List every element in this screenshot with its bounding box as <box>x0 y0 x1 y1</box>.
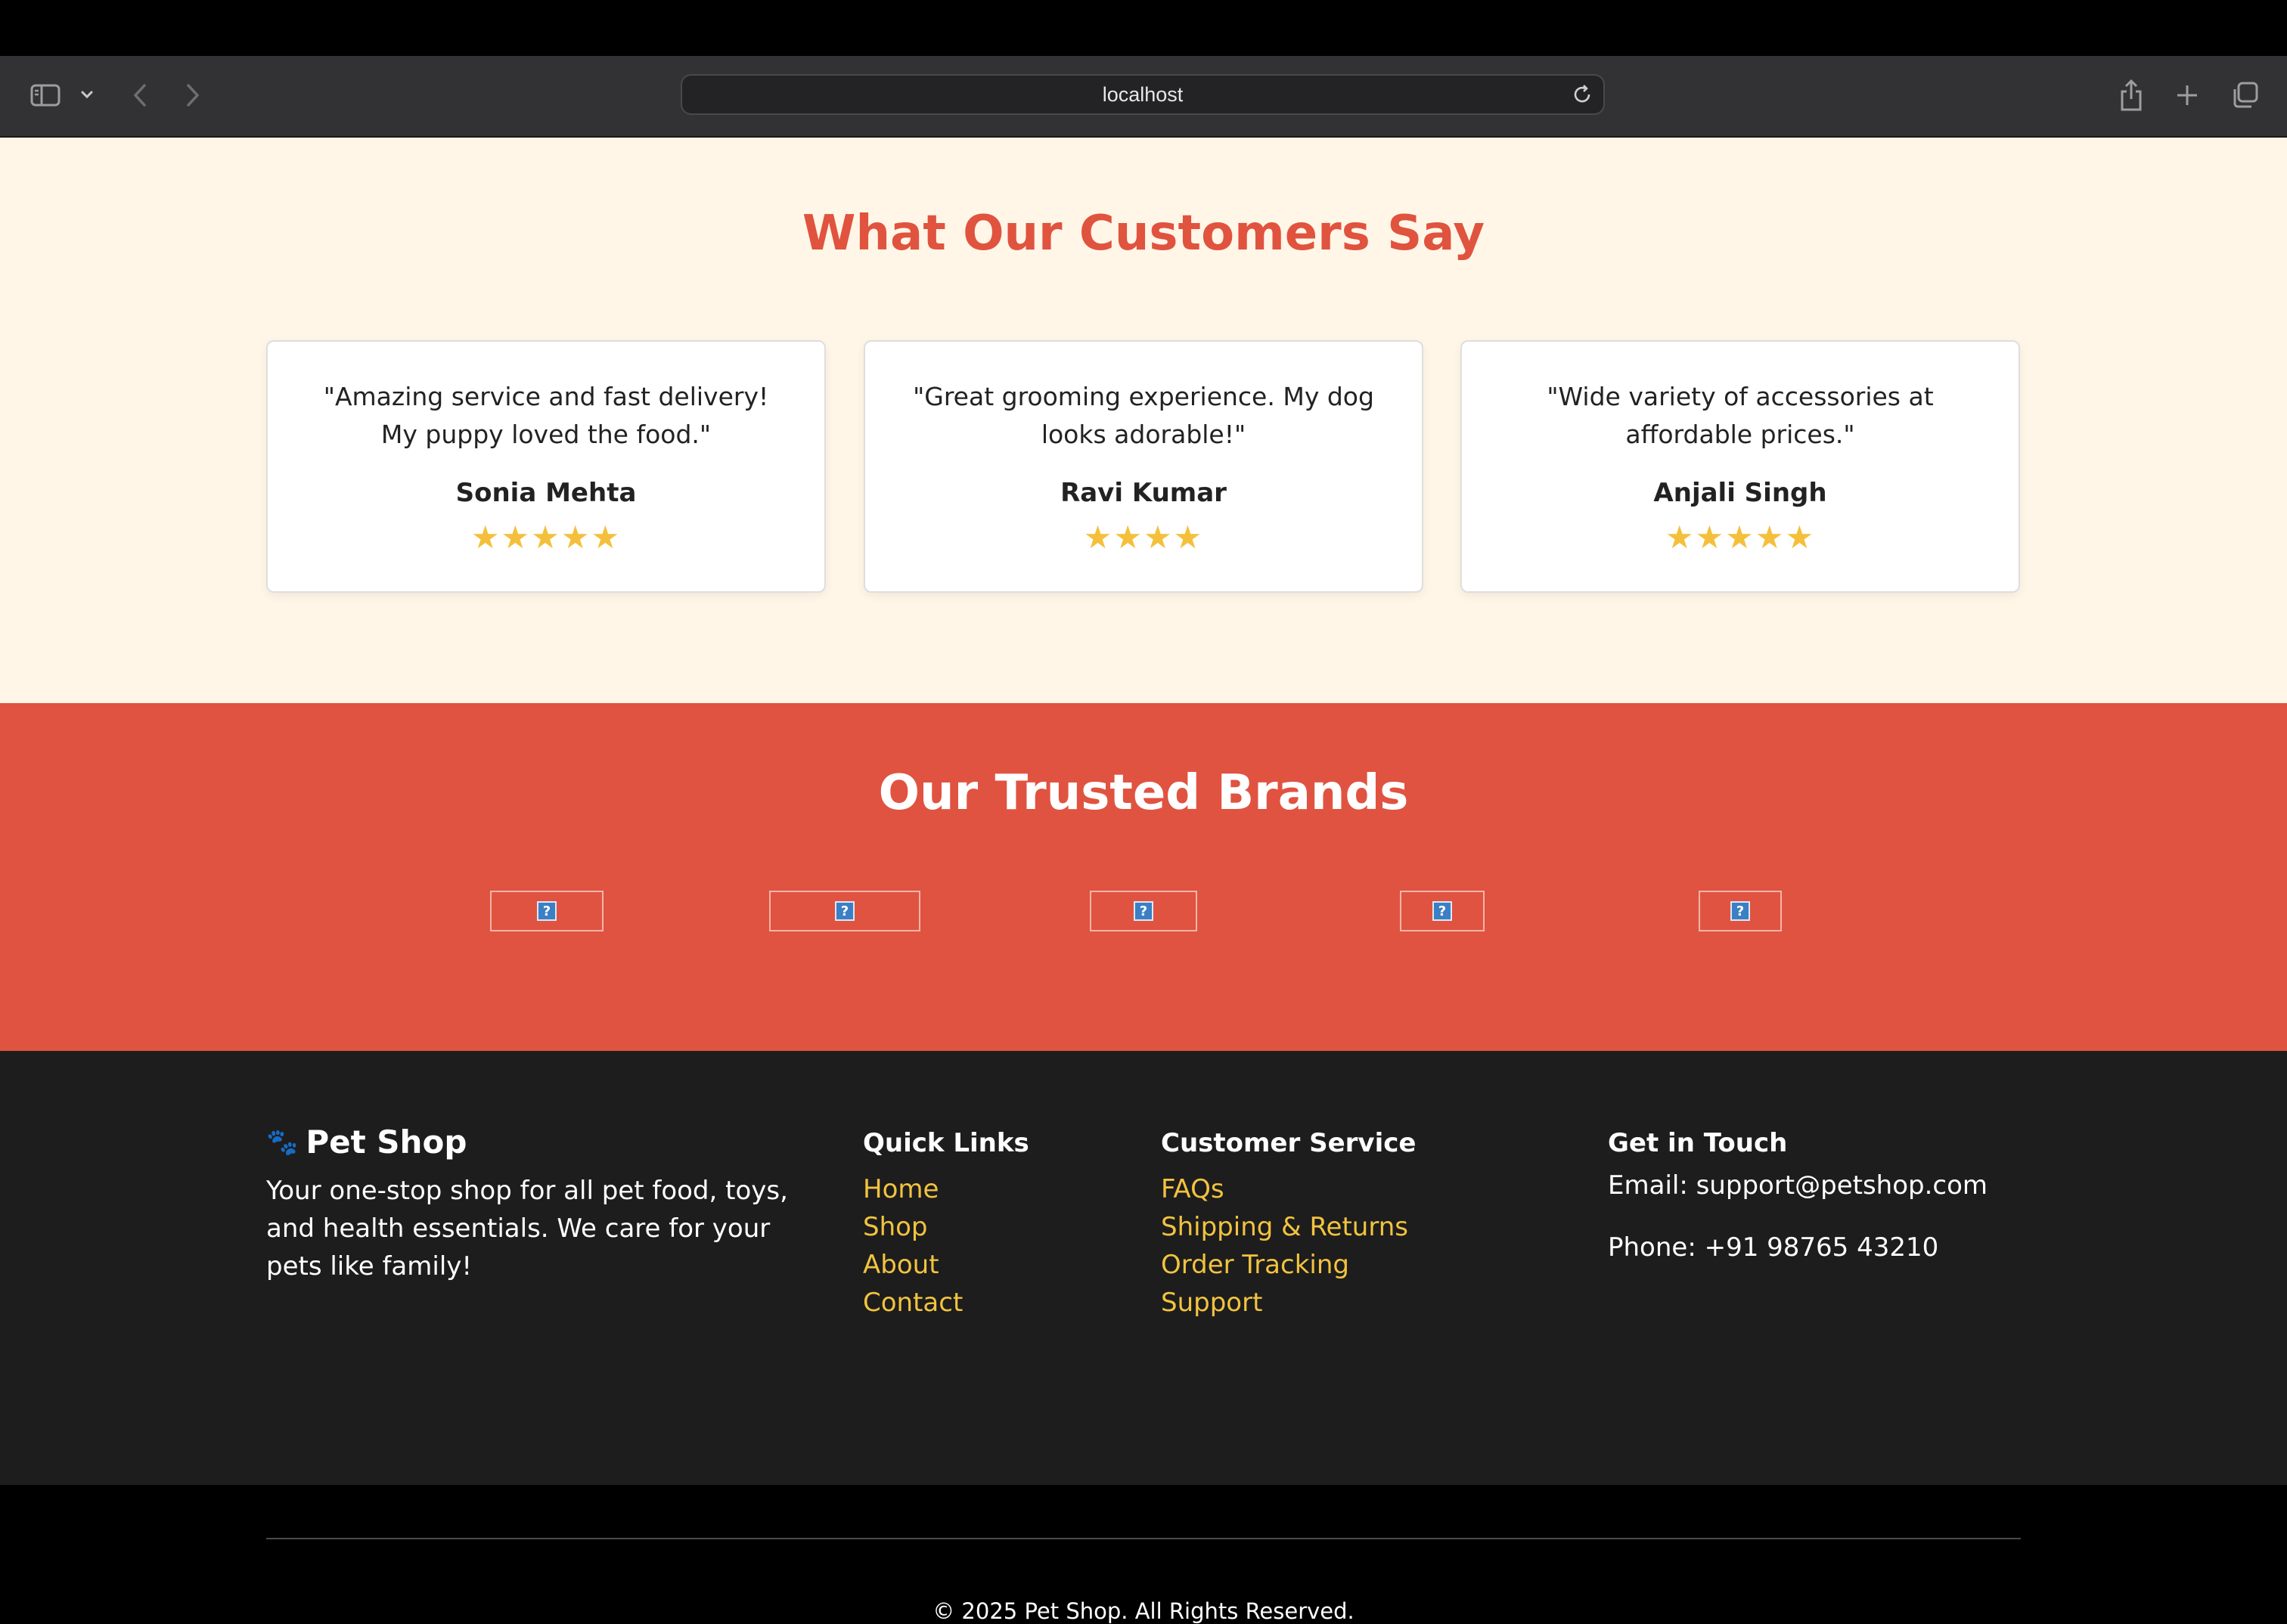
testimonial-quote: "Wide variety of accessories at affordab… <box>1547 382 1934 449</box>
rating-stars: ★★★★ <box>1083 519 1204 556</box>
reload-icon[interactable] <box>1569 81 1596 108</box>
footer-brand-name: Pet Shop <box>306 1123 467 1161</box>
testimonial-quote: "Amazing service and fast delivery! My p… <box>323 382 769 449</box>
paw-icon: 🐾 <box>266 1127 299 1158</box>
tabs-icon[interactable] <box>2228 79 2261 112</box>
footer-link-order-tracking[interactable]: Order Tracking <box>1161 1246 1408 1284</box>
customer-service-list: FAQs Shipping & Returns Order Tracking S… <box>1161 1170 1408 1322</box>
quick-links-list: Home Shop About Contact <box>863 1170 963 1322</box>
testimonial-quote: "Great grooming experience. My dog looks… <box>913 382 1374 449</box>
testimonial-author: Anjali Singh <box>1653 478 1827 508</box>
testimonial-author: Ravi Kumar <box>1060 478 1227 508</box>
footer-link-home[interactable]: Home <box>863 1170 963 1208</box>
copyright-text: © 2025 Pet Shop. All Rights Reserved. <box>932 1598 1355 1624</box>
footer-description: Your one-stop shop for all pet food, toy… <box>266 1176 788 1282</box>
brand-logo[interactable]: ? <box>1400 891 1485 931</box>
brand-logo[interactable]: ? <box>1699 891 1782 931</box>
broken-image-icon: ? <box>835 901 855 921</box>
rating-stars: ★★★★★ <box>1665 519 1816 556</box>
footer-divider <box>266 1538 2021 1539</box>
address-bar[interactable]: localhost <box>681 74 1605 115</box>
url-text: localhost <box>1102 83 1184 106</box>
contact-phone[interactable]: Phone: +91 98765 43210 <box>1608 1232 1938 1263</box>
share-icon[interactable] <box>2115 76 2148 115</box>
brand-logo[interactable]: ? <box>490 891 604 931</box>
testimonial-card: "Wide variety of accessories at affordab… <box>1460 340 2020 593</box>
testimonial-card: "Amazing service and fast delivery! My p… <box>266 340 826 593</box>
footer-link-shipping[interactable]: Shipping & Returns <box>1161 1208 1408 1246</box>
quick-links-title: Quick Links <box>863 1128 1029 1158</box>
forward-icon[interactable] <box>180 80 206 110</box>
testimonials-section: What Our Customers Say "Amazing service … <box>0 138 2287 703</box>
broken-image-icon: ? <box>1432 901 1452 921</box>
testimonial-author: Sonia Mehta <box>455 478 637 508</box>
broken-image-icon: ? <box>1134 901 1153 921</box>
footer-link-contact[interactable]: Contact <box>863 1284 963 1322</box>
brands-title: Our Trusted Brands <box>878 765 1409 821</box>
footer-link-shop[interactable]: Shop <box>863 1208 963 1246</box>
sidebar-icon[interactable] <box>29 82 62 109</box>
footer-link-about[interactable]: About <box>863 1246 963 1284</box>
site-footer: 🐾 Pet Shop Your one-stop shop for all pe… <box>0 1051 2287 1624</box>
footer-link-faqs[interactable]: FAQs <box>1161 1170 1408 1208</box>
footer-link-support[interactable]: Support <box>1161 1284 1408 1322</box>
plus-icon[interactable] <box>2171 79 2204 112</box>
brand-logo[interactable]: ? <box>769 891 920 931</box>
contact-email[interactable]: Email: support@petshop.com <box>1608 1170 1988 1201</box>
rating-stars: ★★★★★ <box>470 519 622 556</box>
screen-top-bar <box>0 0 2287 56</box>
contact-title: Get in Touch <box>1608 1128 1788 1158</box>
browser-toolbar: localhost <box>0 56 2287 138</box>
chevron-down-icon[interactable] <box>77 83 97 106</box>
web-page: What Our Customers Say "Amazing service … <box>0 138 2287 1624</box>
broken-image-icon: ? <box>537 901 557 921</box>
brands-section: Our Trusted Brands ? ? ? ? ? <box>0 703 2287 1051</box>
testimonial-card: "Great grooming experience. My dog looks… <box>864 340 1423 593</box>
back-icon[interactable] <box>127 80 153 110</box>
broken-image-icon: ? <box>1730 901 1750 921</box>
customer-service-title: Customer Service <box>1161 1128 1417 1158</box>
brand-logo[interactable]: ? <box>1090 891 1197 931</box>
testimonials-title: What Our Customers Say <box>802 206 1485 262</box>
footer-brand: 🐾 Pet Shop <box>266 1123 467 1161</box>
